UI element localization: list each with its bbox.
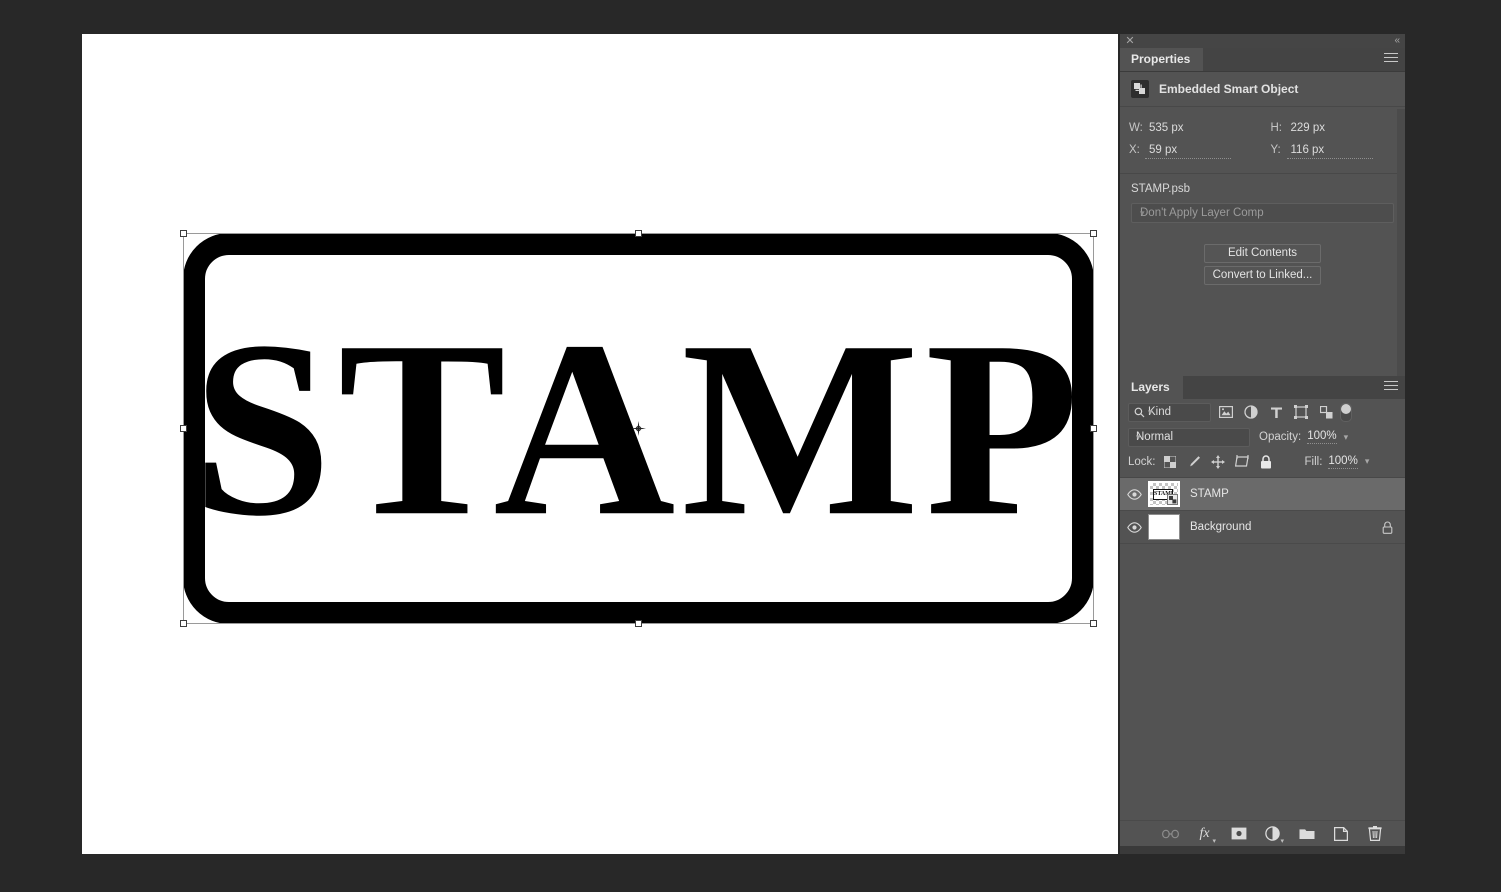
lock-icon-group	[1163, 454, 1274, 469]
smart-object-badge-icon	[1167, 494, 1178, 505]
blend-mode-select[interactable]: Normal ▾	[1128, 427, 1250, 447]
new-group-icon[interactable]	[1298, 825, 1315, 842]
smart-object-file-name: STAMP.psb	[1131, 183, 1191, 195]
filter-pixel-layers-icon[interactable]	[1218, 404, 1234, 420]
y-value[interactable]: 116 px	[1286, 144, 1373, 159]
properties-action-buttons: Edit Contents Convert to Linked...	[1120, 244, 1405, 285]
properties-object-type: Embedded Smart Object	[1159, 82, 1299, 96]
width-label: W:	[1129, 121, 1143, 134]
layer-row-background[interactable]: Background	[1120, 511, 1405, 544]
layer-visibility-toggle-background[interactable]	[1120, 521, 1148, 533]
chevron-down-icon: ▾	[1140, 208, 1145, 218]
chevron-down-icon: ▾	[1136, 431, 1141, 442]
layers-bottom-toolbar: fx ▾ ▾	[1120, 820, 1405, 846]
properties-object-header: Embedded Smart Object	[1120, 72, 1405, 107]
metric-width: W: 535 px	[1120, 122, 1263, 136]
filter-type-layers-icon[interactable]	[1268, 404, 1284, 420]
filter-enable-toggle[interactable]	[1340, 402, 1352, 422]
layers-blend-row: Normal ▾ Opacity: 100% ▾	[1120, 425, 1405, 449]
add-layer-mask-icon[interactable]	[1230, 825, 1247, 842]
layer-row-stamp[interactable]: STAMP STAMP	[1120, 478, 1405, 511]
layer-name-stamp[interactable]: STAMP	[1190, 488, 1405, 500]
smart-object-icon	[1131, 80, 1149, 98]
x-label: X:	[1129, 144, 1140, 156]
layer-locked-badge-icon	[1382, 521, 1393, 534]
chevron-down-icon: ▾	[1280, 838, 1284, 845]
layer-filter-icons	[1218, 404, 1334, 420]
lock-transparent-pixels-icon[interactable]	[1163, 454, 1178, 469]
dock-top-strip: ✕ «	[1120, 34, 1405, 48]
collapse-panels-icon[interactable]: «	[1394, 35, 1399, 47]
right-dock: ✕ « Properties Embedded Smart Object W: …	[1120, 34, 1405, 854]
properties-panel-menu-icon[interactable]	[1384, 53, 1398, 65]
height-value[interactable]: 229 px	[1287, 122, 1373, 136]
layers-lock-row: Lock: Fill: 100% ▾	[1120, 449, 1405, 474]
new-adjustment-layer-icon[interactable]: ▾	[1264, 825, 1284, 845]
document-canvas[interactable]: STAMP	[82, 34, 1118, 854]
metric-height: H: 229 px	[1263, 122, 1406, 136]
stamp-artwork[interactable]: STAMP	[183, 233, 1094, 624]
dock-bottom-edge	[1120, 846, 1405, 854]
chevron-down-icon: ▾	[1148, 406, 1153, 417]
layers-tabbar: Layers	[1120, 376, 1405, 400]
chevron-down-icon: ▾	[1212, 838, 1216, 845]
x-value[interactable]: 59 px	[1145, 144, 1231, 159]
layer-visibility-toggle-stamp[interactable]	[1120, 488, 1148, 500]
lock-artboard-nesting-icon[interactable]	[1235, 454, 1250, 469]
layers-panel-menu-icon[interactable]	[1384, 381, 1398, 393]
link-layers-icon[interactable]	[1162, 825, 1179, 842]
filter-adjustment-layers-icon[interactable]	[1243, 404, 1259, 420]
lock-position-icon[interactable]	[1211, 454, 1226, 469]
opacity-value[interactable]: 100%	[1307, 430, 1337, 444]
properties-scroll-rail[interactable]	[1397, 109, 1405, 414]
height-label: H:	[1270, 121, 1283, 134]
layer-filter-kind-select[interactable]: Kind ▾	[1128, 402, 1211, 422]
opacity-label: Opacity:	[1259, 431, 1302, 443]
filter-shape-layers-icon[interactable]	[1293, 404, 1309, 420]
y-label: Y:	[1270, 144, 1281, 156]
opacity-chevron-down-icon[interactable]: ▾	[1344, 432, 1349, 443]
new-layer-icon[interactable]	[1332, 825, 1349, 842]
layer-thumbnail-stamp[interactable]: STAMP	[1148, 481, 1180, 507]
tab-properties[interactable]: Properties	[1120, 48, 1204, 71]
fill-value[interactable]: 100%	[1328, 455, 1358, 469]
tab-layers[interactable]: Layers	[1120, 376, 1183, 399]
layer-thumbnail-background[interactable]	[1148, 514, 1180, 540]
lock-image-pixels-icon[interactable]	[1187, 454, 1202, 469]
layer-name-background[interactable]: Background	[1190, 521, 1382, 533]
close-icon[interactable]: ✕	[1124, 35, 1136, 47]
stamp-text: STAMP	[191, 287, 1086, 568]
properties-tabbar: Properties	[1120, 48, 1405, 72]
layer-style-fx-icon[interactable]: fx ▾	[1196, 825, 1216, 845]
lock-label: Lock:	[1128, 455, 1156, 468]
layers-panel: Kind ▾ Normal ▾ Opacity: 100% ▾ Lock: Fi…	[1120, 399, 1405, 854]
width-value[interactable]: 535 px	[1145, 122, 1231, 136]
properties-panel: Embedded Smart Object W: 535 px H: 229 p…	[1120, 72, 1405, 414]
metric-x: X: 59 px	[1120, 144, 1263, 159]
properties-metrics: W: 535 px H: 229 px X: 59 px Y: 116 px	[1120, 107, 1405, 174]
properties-file-block: STAMP.psb Don't Apply Layer Comp ▾	[1120, 174, 1405, 223]
edit-contents-button[interactable]: Edit Contents	[1204, 244, 1321, 263]
metric-row-wh: W: 535 px H: 229 px	[1120, 117, 1405, 140]
metric-row-xy: X: 59 px Y: 116 px	[1120, 140, 1405, 163]
filter-smart-object-layers-icon[interactable]	[1318, 404, 1334, 420]
metric-y: Y: 116 px	[1263, 144, 1406, 159]
lock-all-icon[interactable]	[1259, 454, 1274, 469]
layer-list: STAMP STAMP Background	[1120, 477, 1405, 544]
delete-layer-icon[interactable]	[1366, 825, 1383, 842]
fill-label: Fill:	[1304, 455, 1323, 468]
layer-comp-select[interactable]: Don't Apply Layer Comp ▾	[1131, 203, 1394, 223]
search-icon	[1134, 407, 1145, 421]
layers-filter-row: Kind ▾	[1120, 399, 1405, 425]
convert-to-linked-button[interactable]: Convert to Linked...	[1204, 266, 1321, 285]
fill-chevron-down-icon[interactable]: ▾	[1365, 456, 1370, 467]
